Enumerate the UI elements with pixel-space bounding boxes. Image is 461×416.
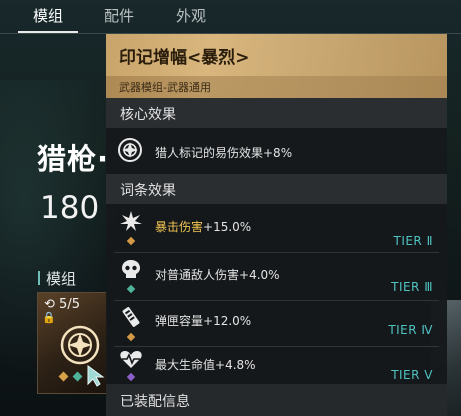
gem-indicator [126, 284, 136, 294]
gem-indicator [126, 236, 136, 246]
magazine-icon [119, 306, 143, 332]
gem-indicator [126, 372, 136, 382]
entry-row: 弹匣容量+12.0% TIER Ⅳ [106, 302, 447, 348]
mark-target-icon [116, 136, 144, 168]
mods-section-title: 模组 [46, 270, 77, 288]
entry-text: 弹匣容量+12.0% [155, 314, 252, 328]
entry-text: 暴击伤害+15.0% [155, 220, 252, 234]
lock-icon: 🔒 [42, 311, 56, 324]
mod-title: 印记增幅<暴烈> [119, 48, 250, 68]
tier-label: TIER Ⅱ [393, 234, 433, 248]
tier-label: TIER Ⅴ [391, 368, 433, 382]
tab-accessories[interactable]: 配件 [104, 0, 134, 32]
tier-label: TIER Ⅲ [391, 280, 433, 294]
crit-burst-icon [119, 210, 143, 236]
core-effect-header: 核心效果 [106, 98, 447, 128]
cursor-icon [86, 364, 106, 392]
entry-row: 最大生命值+4.8% TIER Ⅴ [106, 344, 447, 384]
weapon-name: 猎枪· [37, 142, 110, 176]
weapon-stat: 180 [40, 190, 100, 226]
gem-indicator [126, 332, 136, 342]
entry-text: 最大生命值+4.8% [155, 358, 256, 372]
equipped-info-header: 已装配信息 [106, 384, 447, 416]
row-divider [114, 300, 439, 301]
entry-text: 对普通敌人伤害+4.0% [155, 268, 280, 282]
tab-appearance[interactable]: 外观 [176, 0, 206, 32]
mod-subtitle: 武器模组-武器通用 [119, 81, 211, 94]
entry-row: 对普通敌人伤害+4.0% TIER Ⅲ [106, 254, 447, 300]
mod-count: ⟲ 5/5 [44, 297, 80, 312]
tab-mods[interactable]: 模组 [33, 0, 63, 32]
core-effect-text: 猎人标记的易伤效果+8% [155, 146, 293, 160]
tooltip-header: 印记增幅<暴烈> 武器模组-武器通用 [106, 34, 447, 98]
enemy-skull-icon [119, 258, 143, 284]
mod-tooltip-panel: 印记增幅<暴烈> 武器模组-武器通用 核心效果 猎人标记的易伤效果+8% 词条效… [106, 34, 447, 416]
entries-header: 词条效果 [106, 174, 447, 204]
heart-pulse-icon [119, 348, 143, 374]
section-marker [38, 271, 40, 285]
tab-bar: 模组 配件 外观 [0, 0, 461, 34]
tier-label: TIER Ⅳ [388, 323, 433, 337]
entry-row: 暴击伤害+15.0% TIER Ⅱ [106, 206, 447, 252]
row-divider [114, 252, 439, 253]
core-effect-row: 猎人标记的易伤效果+8% [106, 132, 447, 170]
refresh-icon: ⟲ [44, 297, 55, 312]
